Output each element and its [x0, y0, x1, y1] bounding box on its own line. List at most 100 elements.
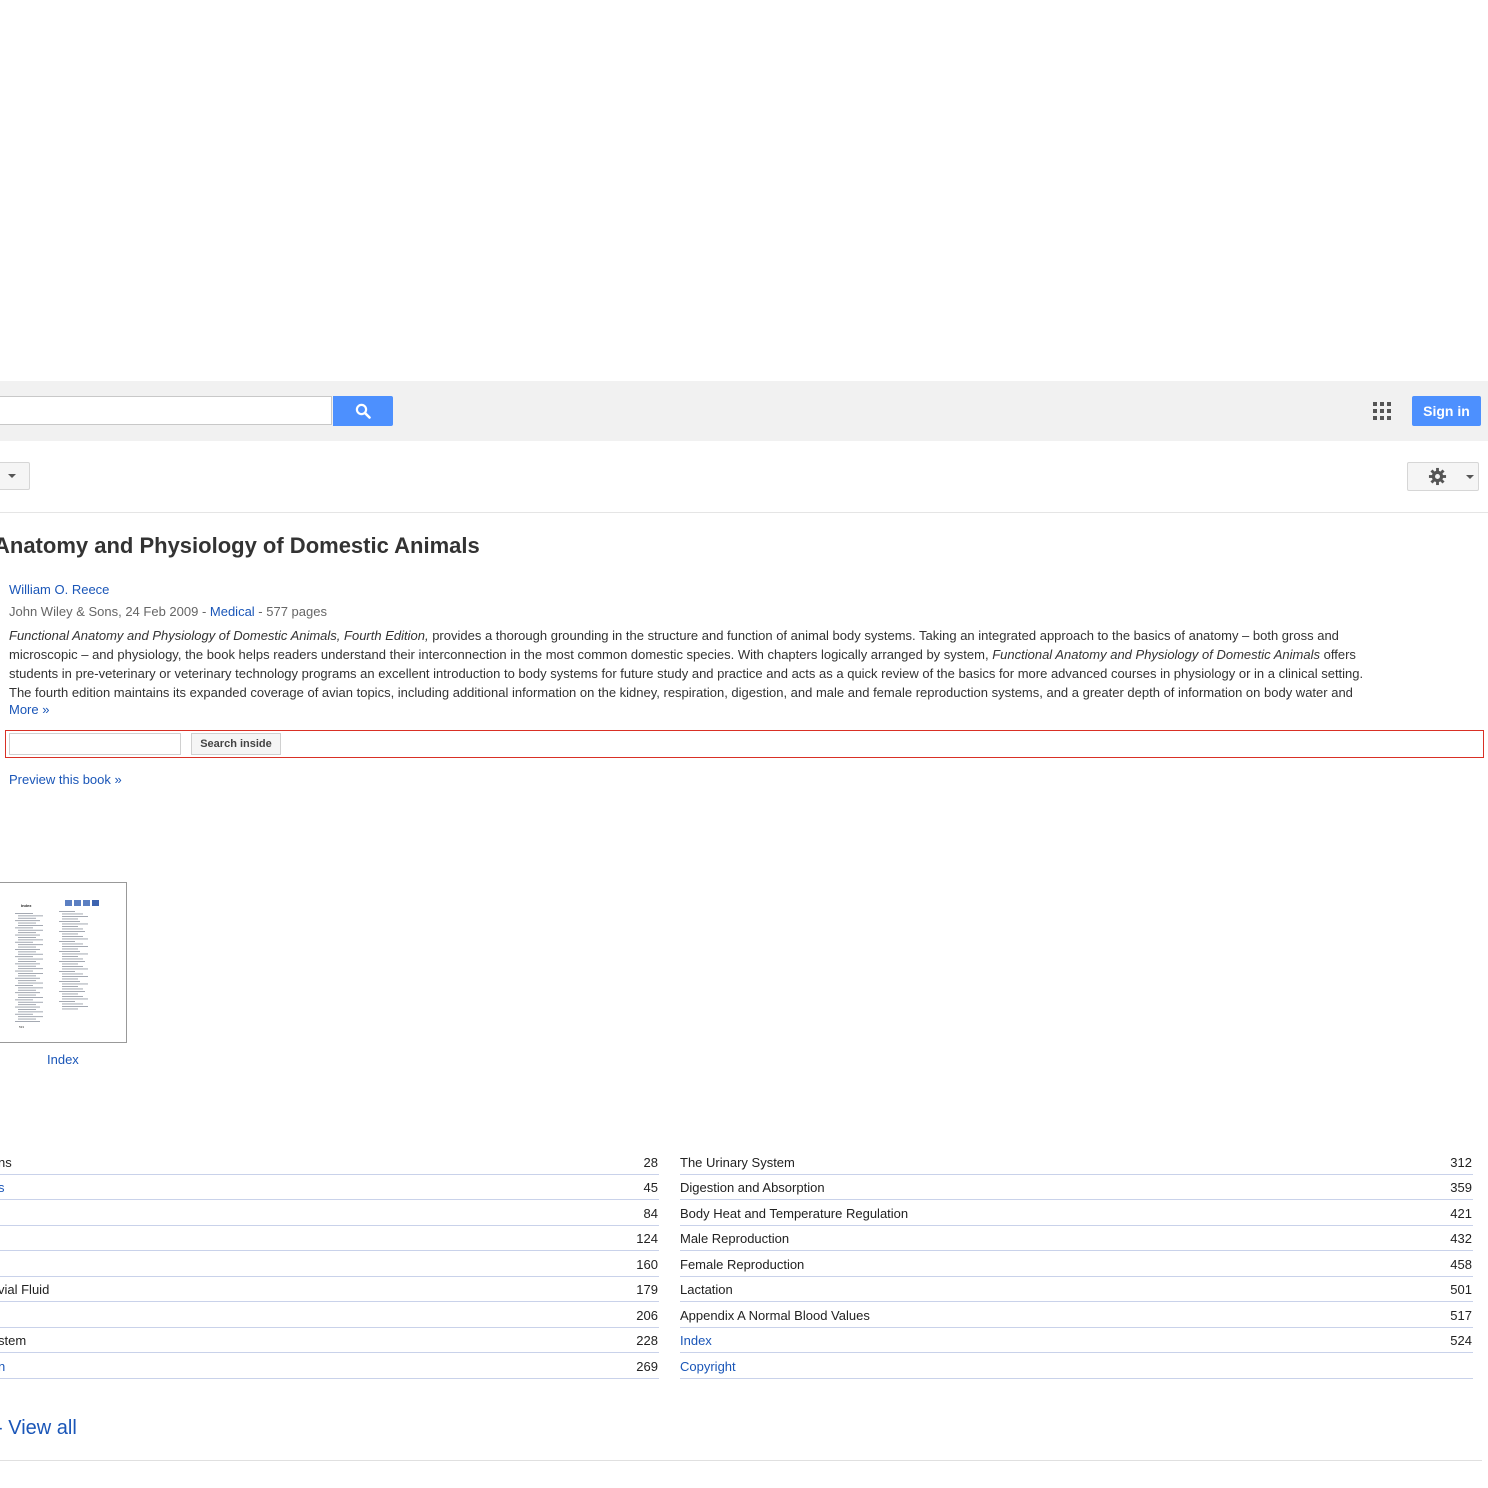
- thumbnail-text-line: [15, 1021, 40, 1022]
- contents-row: 84: [0, 1200, 659, 1226]
- thumbnail-text-line: [62, 988, 83, 990]
- thumbnail-text-line: [15, 985, 33, 986]
- thumbnail-text-line: [18, 944, 43, 946]
- chapter-page-number: 517: [1450, 1307, 1472, 1323]
- contents-row: Female Reproduction 458: [680, 1251, 1473, 1277]
- contents-row: Index 524: [680, 1328, 1473, 1353]
- chapter-page-number: 206: [636, 1307, 658, 1323]
- thumbnail-text-line: [18, 932, 36, 934]
- thumbnail-text-line: [62, 996, 83, 997]
- thumbnail-text-line: [62, 1008, 78, 1010]
- thumbnail-caption-link[interactable]: Index: [47, 1052, 79, 1067]
- search-inside-button[interactable]: Search inside: [191, 733, 281, 755]
- chapter-page-number: 501: [1450, 1282, 1472, 1297]
- chapter-title: The Urinary System: [680, 1154, 795, 1170]
- chapter-title: Female Reproduction: [680, 1256, 805, 1272]
- thumbnail-text-line: [18, 989, 36, 991]
- search-input[interactable]: [0, 396, 332, 425]
- thumbnail-text-line: [15, 913, 33, 914]
- thumbnail-text-line: [62, 998, 88, 1000]
- page-thumbnail[interactable]: Index 533: [0, 882, 127, 1043]
- thumbnail-text-line: [62, 946, 88, 947]
- thumbnail-text-line: [18, 1018, 36, 1020]
- thumbnail-text-line: [62, 938, 88, 940]
- chapter-title: Body Heat and Temperature Regulation: [680, 1205, 909, 1221]
- thumbnail-text-line: [18, 958, 43, 960]
- chapter-page-number: 432: [1450, 1231, 1472, 1246]
- author-link[interactable]: William O. Reece: [9, 582, 109, 597]
- contents-row: ns 28: [0, 1149, 659, 1175]
- thumbnail-text-line: [15, 963, 40, 965]
- chapter-page-number: 359: [1450, 1180, 1472, 1195]
- chapter-title[interactable]: s: [0, 1180, 5, 1195]
- contents-row: vial Fluid 179: [0, 1277, 659, 1302]
- thumbnail-text-line: [59, 921, 80, 922]
- chapter-title[interactable]: Copyright: [680, 1359, 736, 1374]
- page-thumbnail-image: Index 533: [15, 900, 99, 1029]
- search-inside-input[interactable]: [9, 733, 181, 755]
- thumbnail-text-line: [18, 980, 36, 982]
- chapter-page-number: 160: [636, 1256, 658, 1272]
- chapter-title: ns: [0, 1154, 12, 1170]
- search-icon: [355, 403, 371, 419]
- contents-row: 206: [0, 1302, 659, 1328]
- chapter-title: Digestion and Absorption: [680, 1180, 825, 1195]
- chapter-title[interactable]: Index: [680, 1333, 712, 1348]
- view-dropdown-button[interactable]: [0, 462, 30, 490]
- view-all-link[interactable]: - View all: [0, 1417, 77, 1440]
- svg-text:Index: Index: [21, 903, 32, 908]
- thumbnail-text-line: [18, 946, 36, 948]
- thumbnail-text-line: [59, 951, 80, 952]
- thumbnail-text-line: [62, 1006, 88, 1007]
- thumbnail-text-line: [18, 929, 43, 931]
- sign-in-button[interactable]: Sign in: [1412, 396, 1481, 426]
- contents-right-column: The Urinary System 312 Digestion and Absor…: [680, 1149, 1473, 1379]
- contents-row: Copyright: [680, 1353, 1473, 1379]
- thumbnail-text-line: [18, 961, 36, 962]
- category-link[interactable]: Medical: [210, 604, 255, 619]
- thumbnail-text-line: [18, 997, 43, 998]
- gear-icon: [1428, 467, 1447, 486]
- thumbnail-text-line: [62, 1003, 83, 1005]
- thumbnail-text-line: [15, 934, 40, 936]
- search-button[interactable]: [333, 396, 393, 426]
- chevron-down-icon: [8, 474, 16, 478]
- contents-row: Digestion and Absorption 359: [680, 1175, 1473, 1200]
- thumbnail-text-line: [59, 991, 85, 992]
- contents-row: 124: [0, 1226, 659, 1251]
- thumbnail-text-line: [18, 973, 43, 974]
- thumbnail-text-line: [18, 925, 43, 926]
- contents-row: stem 228: [0, 1328, 659, 1353]
- thumbnail-text-line: [62, 986, 78, 987]
- top-bar: Sign in: [0, 381, 1488, 441]
- thumbnail-text-line: [18, 917, 36, 919]
- publisher-date: John Wiley & Sons, 24 Feb 2009 -: [9, 604, 210, 619]
- contents-row: Male Reproduction 432: [680, 1226, 1473, 1251]
- description-italic: Functional Anatomy and Physiology of Dom…: [9, 628, 429, 643]
- apps-grid-icon[interactable]: [1373, 402, 1391, 420]
- thumbnail-text-line: [18, 994, 36, 996]
- search-inside-form: Search inside: [5, 730, 1484, 758]
- thumbnail-text-line: [62, 923, 88, 925]
- thumbnail-text-line: [62, 983, 88, 985]
- thumbnail-text-line: [15, 970, 33, 972]
- chapter-page-number: 524: [1450, 1333, 1472, 1348]
- preview-book-link[interactable]: Preview this book »: [9, 772, 122, 787]
- more-link[interactable]: More »: [9, 702, 49, 717]
- chapter-page-number: 45: [643, 1180, 658, 1195]
- thumbnail-text-line: [62, 948, 78, 950]
- thumbnail-text-line: [59, 941, 75, 942]
- settings-button[interactable]: [1407, 462, 1479, 491]
- chapter-page-number: 421: [1450, 1205, 1472, 1221]
- chapter-title[interactable]: n: [0, 1359, 5, 1374]
- thumbnail-text-line: [62, 968, 88, 970]
- thumbnail-text-line: [18, 939, 43, 941]
- contents-left-column: ns 28 s 45 84 124 160 vial Fluid 179 206 stem 228 n 2…: [0, 1149, 659, 1379]
- chapter-page-number: 124: [636, 1231, 658, 1246]
- thumbnail-text-line: [18, 951, 36, 953]
- thumbnail-text-line: [18, 968, 43, 970]
- thumbnail-text-line: [62, 943, 83, 945]
- thumbnail-text-line: [62, 993, 78, 995]
- contents-row: The Urinary System 312: [680, 1149, 1473, 1175]
- divider: [0, 1460, 1482, 1461]
